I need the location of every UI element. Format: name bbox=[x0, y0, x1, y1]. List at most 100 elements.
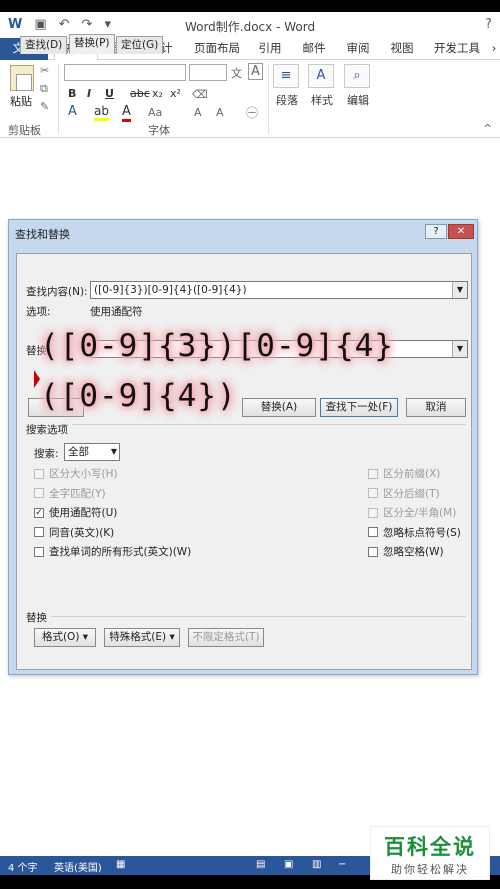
option-label: 区分后缀(T) bbox=[383, 487, 440, 500]
zoom-out-icon[interactable]: − bbox=[338, 859, 346, 870]
option-label: 查找单词的所有形式(英文)(W) bbox=[49, 546, 192, 558]
checkbox-icon bbox=[368, 468, 378, 479]
shrink-font-icon[interactable]: A bbox=[216, 106, 224, 119]
font-size-input[interactable] bbox=[189, 64, 227, 81]
tab-references[interactable]: 引用 bbox=[252, 38, 288, 60]
find-next-button[interactable]: 查找下一处(F) bbox=[320, 398, 398, 417]
format-painter-icon[interactable]: ✎ bbox=[40, 100, 49, 113]
tab-developer[interactable]: 开发工具 bbox=[428, 38, 486, 60]
dialog-help-button[interactable]: ? bbox=[425, 224, 447, 239]
collapse-ribbon-icon[interactable]: ^ bbox=[483, 122, 492, 135]
option-checkbox: 区分全/半角(M) bbox=[368, 505, 456, 520]
styles-icon[interactable]: A bbox=[308, 64, 334, 88]
option-checkbox[interactable]: 忽略标点符号(S) bbox=[368, 525, 461, 540]
highlight-icon[interactable]: ab bbox=[94, 104, 109, 121]
font-name-input[interactable] bbox=[64, 64, 186, 81]
find-label: 查找内容(N): bbox=[26, 286, 88, 298]
editing-label[interactable]: 编辑 bbox=[347, 92, 369, 108]
font-color-icon[interactable]: A bbox=[122, 104, 131, 122]
option-checkbox[interactable]: 查找单词的所有形式(英文)(W) bbox=[34, 544, 191, 559]
options-label: 选项: bbox=[26, 306, 51, 318]
cancel-button[interactable]: 取消 bbox=[406, 398, 466, 417]
divider bbox=[26, 616, 466, 617]
subscript-button[interactable]: x₂ bbox=[152, 87, 163, 100]
language-status[interactable]: 英语(美国) bbox=[54, 859, 102, 874]
cut-icon[interactable]: ✂ bbox=[40, 64, 49, 77]
watermark-sub: 助你轻松解决 bbox=[391, 863, 469, 876]
option-checkbox[interactable]: 忽略空格(W) bbox=[368, 544, 444, 559]
tabs-scroll-icon[interactable]: › bbox=[488, 38, 500, 60]
option-checkbox: 区分后缀(T) bbox=[368, 486, 440, 501]
tab-find[interactable]: 查找(D) bbox=[20, 36, 68, 54]
italic-button[interactable]: I bbox=[87, 87, 91, 100]
grow-font-icon[interactable]: A bbox=[194, 106, 202, 119]
find-value: ([0-9]{3})[0-9]{4}([0-9]{4}) bbox=[94, 284, 247, 296]
ribbon-panel: 粘贴 ✂ ⧉ ✎ 剪贴板 文 A B I U abc x₂ x² ⌫ A ab … bbox=[0, 60, 500, 138]
special-format-button[interactable]: 特殊格式(E) ▾ bbox=[104, 628, 180, 647]
replace-all-button[interactable]: 替换(A) bbox=[242, 398, 316, 417]
paragraph-icon[interactable]: ≡ bbox=[273, 64, 299, 88]
paragraph-label[interactable]: 段落 bbox=[276, 92, 298, 108]
change-case-icon[interactable]: Aa bbox=[148, 106, 162, 119]
encircle-icon[interactable]: ㊀ bbox=[246, 104, 258, 121]
clear-format-icon[interactable]: ⌫ bbox=[192, 88, 208, 101]
option-label: 区分大小写(H) bbox=[49, 468, 118, 480]
underline-button[interactable]: U bbox=[105, 87, 114, 100]
group-divider bbox=[58, 64, 59, 134]
no-formatting-button[interactable]: 不限定格式(T) bbox=[188, 628, 264, 647]
dialog-close-button[interactable]: ✕ bbox=[448, 224, 474, 239]
paste-label[interactable]: 粘贴 bbox=[10, 93, 32, 109]
replace-dropdown-icon[interactable]: ▼ bbox=[452, 341, 467, 357]
search-direction-select[interactable]: 全部 ▼ bbox=[64, 443, 120, 461]
tab-replace[interactable]: 替换(P) bbox=[69, 34, 115, 54]
option-label: 同音(英文)(K) bbox=[49, 526, 115, 539]
regex-overlay-line1: ([0-9]{3})[0-9]{4} bbox=[40, 328, 394, 364]
macro-icon[interactable]: ▦ bbox=[116, 859, 125, 870]
tab-view[interactable]: 视图 bbox=[384, 38, 420, 60]
top-black-bar bbox=[0, 0, 500, 12]
checkbox-icon bbox=[368, 546, 378, 557]
option-checkbox[interactable]: ✓ 使用通配符(U) bbox=[34, 505, 117, 520]
dialog-title: 查找和替换 bbox=[15, 228, 70, 241]
window-title: Word制作.docx - Word bbox=[184, 20, 316, 34]
replace-section-label: 替换 bbox=[26, 610, 51, 625]
find-dropdown-icon[interactable]: ▼ bbox=[452, 282, 467, 298]
tab-mailings[interactable]: 邮件 bbox=[296, 38, 332, 60]
watermark-logo: 百科全说 助你轻松解决 bbox=[370, 826, 490, 880]
option-checkbox: 全字匹配(Y) bbox=[34, 486, 106, 501]
chevron-down-icon: ▼ bbox=[110, 447, 117, 456]
bold-button[interactable]: B bbox=[68, 87, 76, 100]
paste-icon[interactable] bbox=[10, 65, 34, 91]
find-input[interactable]: ([0-9]{3})[0-9]{4}([0-9]{4}) ▼ bbox=[90, 281, 468, 299]
mouse-cursor-icon bbox=[34, 370, 40, 388]
format-button[interactable]: 格式(O) ▾ bbox=[34, 628, 96, 647]
editing-icon[interactable]: ⌕ bbox=[344, 64, 370, 88]
option-label: 区分前缀(X) bbox=[383, 468, 441, 480]
option-checkbox: 区分前缀(X) bbox=[368, 466, 440, 481]
checkbox-icon bbox=[368, 507, 378, 518]
strikethrough-button[interactable]: abc bbox=[130, 87, 150, 100]
styles-label[interactable]: 样式 bbox=[311, 92, 333, 108]
checkbox-icon bbox=[368, 527, 378, 537]
option-checkbox: 区分大小写(H) bbox=[34, 466, 118, 481]
font-group-label: 字体 bbox=[148, 124, 170, 137]
word-count[interactable]: 4 个字 bbox=[8, 859, 38, 874]
tab-goto[interactable]: 定位(G) bbox=[116, 36, 164, 54]
help-icon[interactable]: ? bbox=[485, 17, 492, 32]
phonetic-guide-icon[interactable]: 文 bbox=[231, 65, 242, 81]
search-direction-value: 全部 bbox=[68, 446, 89, 458]
copy-icon[interactable]: ⧉ bbox=[40, 82, 48, 96]
option-label: 忽略空格(W) bbox=[383, 546, 444, 558]
read-mode-icon[interactable]: ▤ bbox=[256, 859, 265, 870]
superscript-button[interactable]: x² bbox=[170, 87, 181, 100]
option-label: 全字匹配(Y) bbox=[49, 487, 106, 500]
print-layout-icon[interactable]: ▣ bbox=[284, 859, 293, 870]
option-label: 使用通配符(U) bbox=[49, 507, 118, 519]
option-checkbox[interactable]: 同音(英文)(K) bbox=[34, 525, 114, 540]
tab-layout[interactable]: 页面布局 bbox=[188, 38, 246, 60]
char-border-icon[interactable]: A bbox=[248, 63, 263, 80]
tab-review[interactable]: 审阅 bbox=[340, 38, 376, 60]
text-effect-icon[interactable]: A bbox=[68, 104, 77, 119]
checkbox-icon bbox=[34, 527, 44, 537]
web-layout-icon[interactable]: ▥ bbox=[312, 859, 321, 870]
